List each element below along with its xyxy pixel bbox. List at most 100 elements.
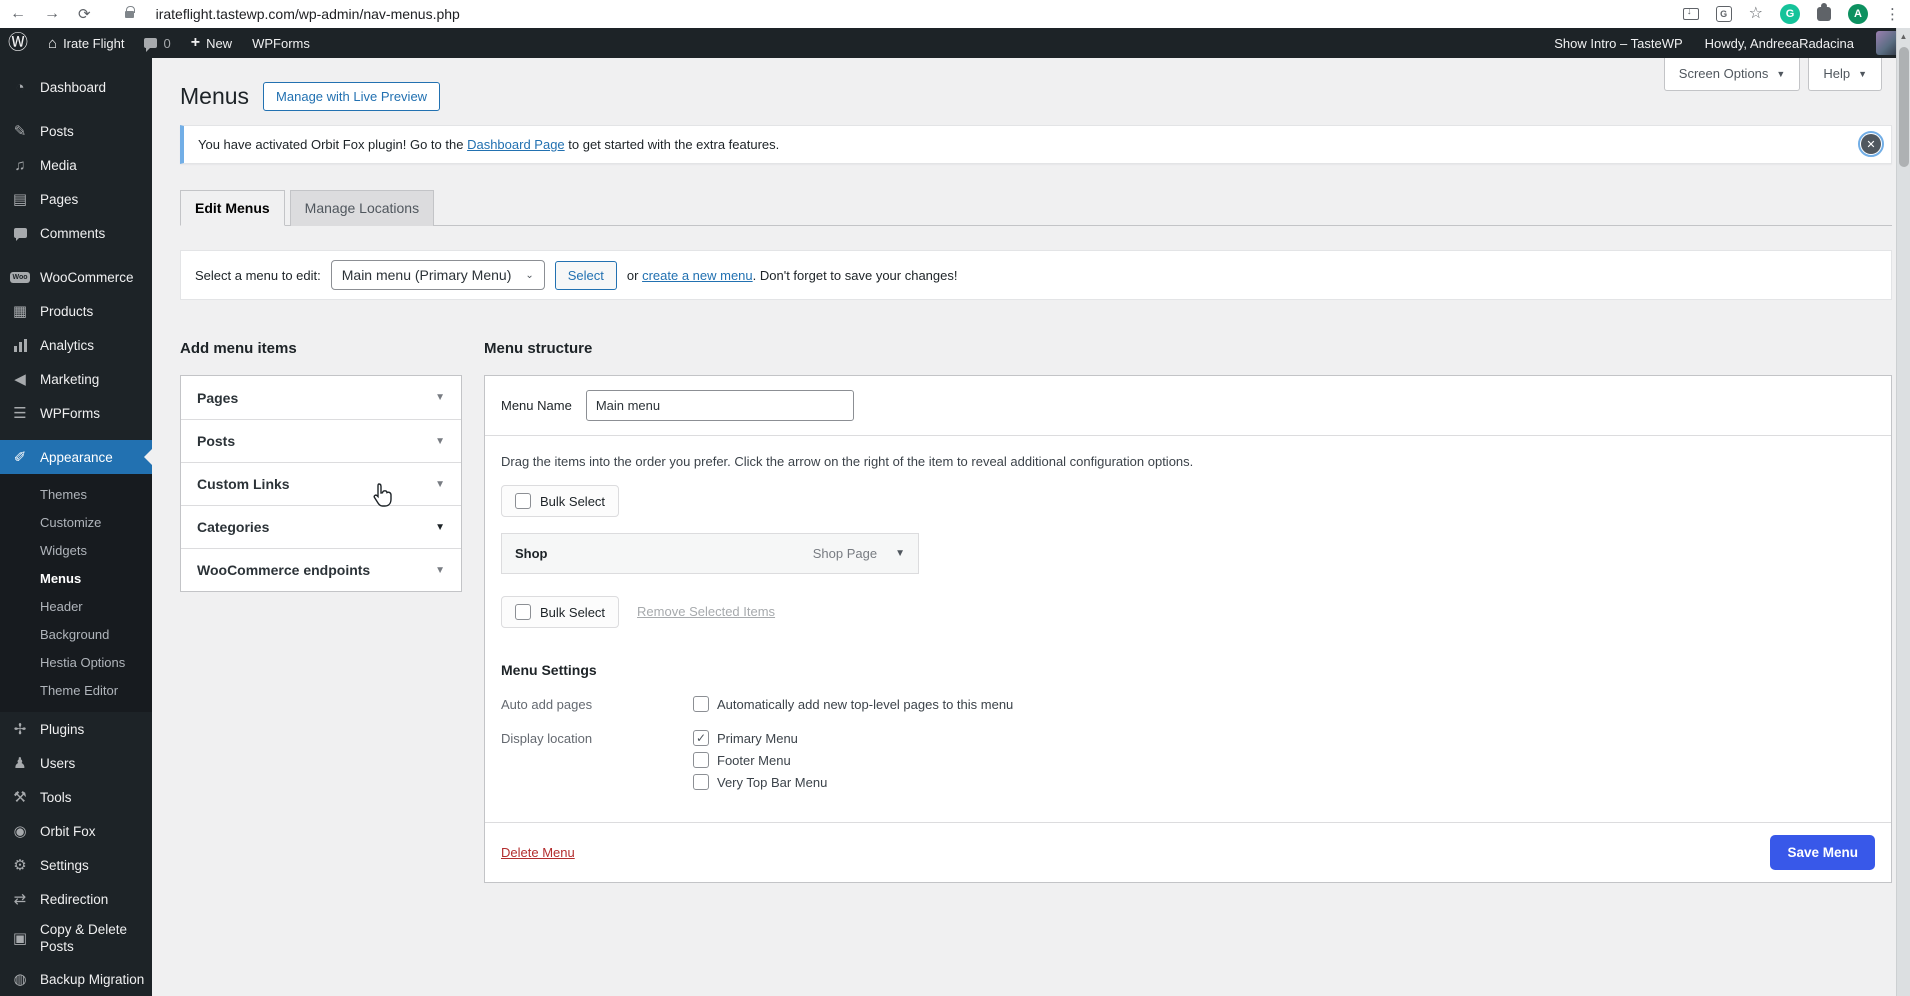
save-menu-button[interactable]: Save Menu: [1770, 835, 1875, 870]
chevron-down-icon: ▼: [435, 436, 445, 447]
dashboard-page-link[interactable]: Dashboard Page: [467, 137, 565, 152]
location-checkbox[interactable]: [693, 730, 709, 746]
wordpress-logo-icon[interactable]: Ⓦ: [8, 33, 28, 53]
tools-icon: ⚒: [10, 788, 30, 806]
display-location-option-primary-menu[interactable]: Primary Menu: [693, 730, 827, 746]
display-location-label: Display location: [501, 730, 693, 790]
sidebar-item-woocommerce[interactable]: WooWooCommerce: [0, 260, 152, 294]
bookmark-star-icon[interactable]: ☆: [1749, 6, 1763, 22]
submenu-item-customize[interactable]: Customize: [0, 508, 152, 536]
submenu-item-hestia-options[interactable]: Hestia Options: [0, 648, 152, 676]
sidebar-item-copy-delete-posts[interactable]: ▣Copy & Delete Posts: [0, 916, 152, 962]
reload-icon[interactable]: ⟳: [78, 7, 91, 22]
sidebar-item-tools[interactable]: ⚒ Tools: [0, 780, 152, 814]
sidebar-item-marketing[interactable]: ◀Marketing: [0, 362, 152, 396]
adminbar-new[interactable]: + New: [191, 35, 232, 51]
adminbar-howdy[interactable]: Howdy, AndreeaRadacina: [1705, 36, 1854, 51]
submenu-item-menus[interactable]: Menus: [0, 564, 152, 592]
browser-menu-icon[interactable]: ⋮: [1885, 5, 1900, 23]
location-checkbox[interactable]: [693, 774, 709, 790]
help-button[interactable]: Help▼: [1808, 58, 1882, 91]
wp-admin-bar: Ⓦ ⌂ Irate Flight 0 + New WPForms Show In…: [0, 28, 1910, 58]
accordion-panel-categories[interactable]: Categories▼: [181, 505, 461, 548]
submenu-item-themes[interactable]: Themes: [0, 480, 152, 508]
location-checkbox[interactable]: [693, 752, 709, 768]
sidebar-item-label: Tools: [40, 790, 72, 805]
menu-item-shop[interactable]: Shop Shop Page ▼: [501, 533, 919, 574]
menu-settings-heading: Menu Settings: [501, 662, 1875, 678]
sidebar-item-appearance[interactable]: ✐Appearance: [0, 440, 152, 474]
item-expand-arrow-icon[interactable]: ▼: [895, 548, 905, 559]
manage-live-preview-button[interactable]: Manage with Live Preview: [263, 82, 440, 111]
posts-icon: ✎: [10, 122, 30, 140]
delete-menu-link[interactable]: Delete Menu: [501, 845, 575, 860]
accordion-panel-label: Categories: [197, 519, 269, 535]
bulk-select-checkbox[interactable]: [515, 493, 531, 509]
sidebar-item-orbit-fox[interactable]: ◉Orbit Fox: [0, 814, 152, 848]
chevron-down-icon: ▼: [435, 479, 445, 490]
marketing-icon: ◀: [10, 370, 30, 388]
url-bar[interactable]: irateflight.tastewp.com/wp-admin/nav-men…: [156, 6, 1665, 22]
sidebar-item-redirection[interactable]: ⇄Redirection: [0, 882, 152, 916]
page-scrollbar[interactable]: ▲: [1896, 28, 1910, 996]
accordion-panel-label: WooCommerce endpoints: [197, 562, 370, 578]
extensions-puzzle-icon[interactable]: [1817, 7, 1831, 21]
sidebar-item-plugins[interactable]: ✢ Plugins: [0, 712, 152, 746]
accordion-panel-posts[interactable]: Posts▼: [181, 419, 461, 462]
sidebar-item-analytics[interactable]: Analytics: [0, 328, 152, 362]
lock-icon[interactable]: [125, 11, 134, 18]
dashboard-icon: ◔: [10, 79, 30, 96]
screen-options-button[interactable]: Screen Options▼: [1664, 58, 1801, 91]
bulk-select-toggle-top[interactable]: Bulk Select: [501, 485, 619, 517]
menu-name-input[interactable]: [586, 390, 854, 421]
sidebar-item-settings[interactable]: ⚙Settings: [0, 848, 152, 882]
translate-icon[interactable]: G: [1716, 6, 1732, 22]
sidebar-item-label: Plugins: [40, 722, 84, 737]
auto-add-pages-option[interactable]: Automatically add new top-level pages to…: [693, 696, 1013, 712]
select-menu-button[interactable]: Select: [555, 261, 617, 290]
sidebar-item-label: Orbit Fox: [40, 824, 96, 839]
adminbar-comments[interactable]: 0: [144, 36, 170, 51]
bulk-select-toggle-bottom[interactable]: Bulk Select: [501, 596, 619, 628]
grammarly-icon[interactable]: G: [1780, 4, 1800, 24]
auto-add-checkbox[interactable]: [693, 696, 709, 712]
forward-icon[interactable]: →: [44, 6, 60, 22]
plugins-icon: ✢: [10, 720, 30, 738]
submenu-item-widgets[interactable]: Widgets: [0, 536, 152, 564]
scroll-up-arrow-icon[interactable]: ▲: [1900, 32, 1908, 41]
display-location-option-very-top-bar-menu[interactable]: Very Top Bar Menu: [693, 774, 827, 790]
sidebar-item-wpforms[interactable]: ☰WPForms: [0, 396, 152, 430]
create-new-menu-link[interactable]: create a new menu: [642, 268, 753, 283]
adminbar-show-intro[interactable]: Show Intro – TasteWP: [1554, 36, 1682, 51]
submenu-item-theme-editor[interactable]: Theme Editor: [0, 676, 152, 704]
sidebar-item-media[interactable]: ♫Media: [0, 148, 152, 182]
sidebar-item-posts[interactable]: ✎Posts: [0, 114, 152, 148]
submenu-item-background[interactable]: Background: [0, 620, 152, 648]
sidebar-item-users[interactable]: ♟Users: [0, 746, 152, 780]
dismiss-notice-icon[interactable]: ✕: [1861, 134, 1881, 154]
bulk-select-checkbox[interactable]: [515, 604, 531, 620]
accordion-panel-custom-links[interactable]: Custom Links▼: [181, 462, 461, 505]
sidebar-item-comments[interactable]: Comments: [0, 216, 152, 250]
install-app-icon[interactable]: [1683, 8, 1699, 20]
browser-profile-avatar[interactable]: A: [1848, 4, 1868, 24]
tab-manage-locations[interactable]: Manage Locations: [290, 190, 434, 226]
accordion-panel-pages[interactable]: Pages▼: [181, 376, 461, 419]
home-icon: ⌂: [48, 36, 57, 51]
accordion-panel-woocommerce-endpoints[interactable]: WooCommerce endpoints▼: [181, 548, 461, 591]
sidebar-item-dashboard[interactable]: ◔Dashboard: [0, 70, 152, 104]
back-icon[interactable]: ←: [10, 6, 26, 22]
settings-icon: ⚙: [10, 856, 30, 874]
tab-edit-menus[interactable]: Edit Menus: [180, 190, 285, 226]
scrollbar-thumb[interactable]: [1899, 47, 1909, 167]
adminbar-wpforms[interactable]: WPForms: [252, 36, 310, 51]
remove-selected-items-link[interactable]: Remove Selected Items: [637, 604, 775, 619]
sidebar-item-products[interactable]: ▦Products: [0, 294, 152, 328]
adminbar-site-name[interactable]: ⌂ Irate Flight: [48, 36, 124, 51]
sidebar-item-pages[interactable]: ▤Pages: [0, 182, 152, 216]
sidebar-item-backup-migration[interactable]: ◍Backup Migration: [0, 962, 152, 996]
display-location-option-footer-menu[interactable]: Footer Menu: [693, 752, 827, 768]
submenu-item-header[interactable]: Header: [0, 592, 152, 620]
sidebar-item-label: Copy & Delete Posts: [40, 922, 144, 956]
menu-select-dropdown[interactable]: Main menu (Primary Menu) ⌄: [331, 260, 545, 290]
